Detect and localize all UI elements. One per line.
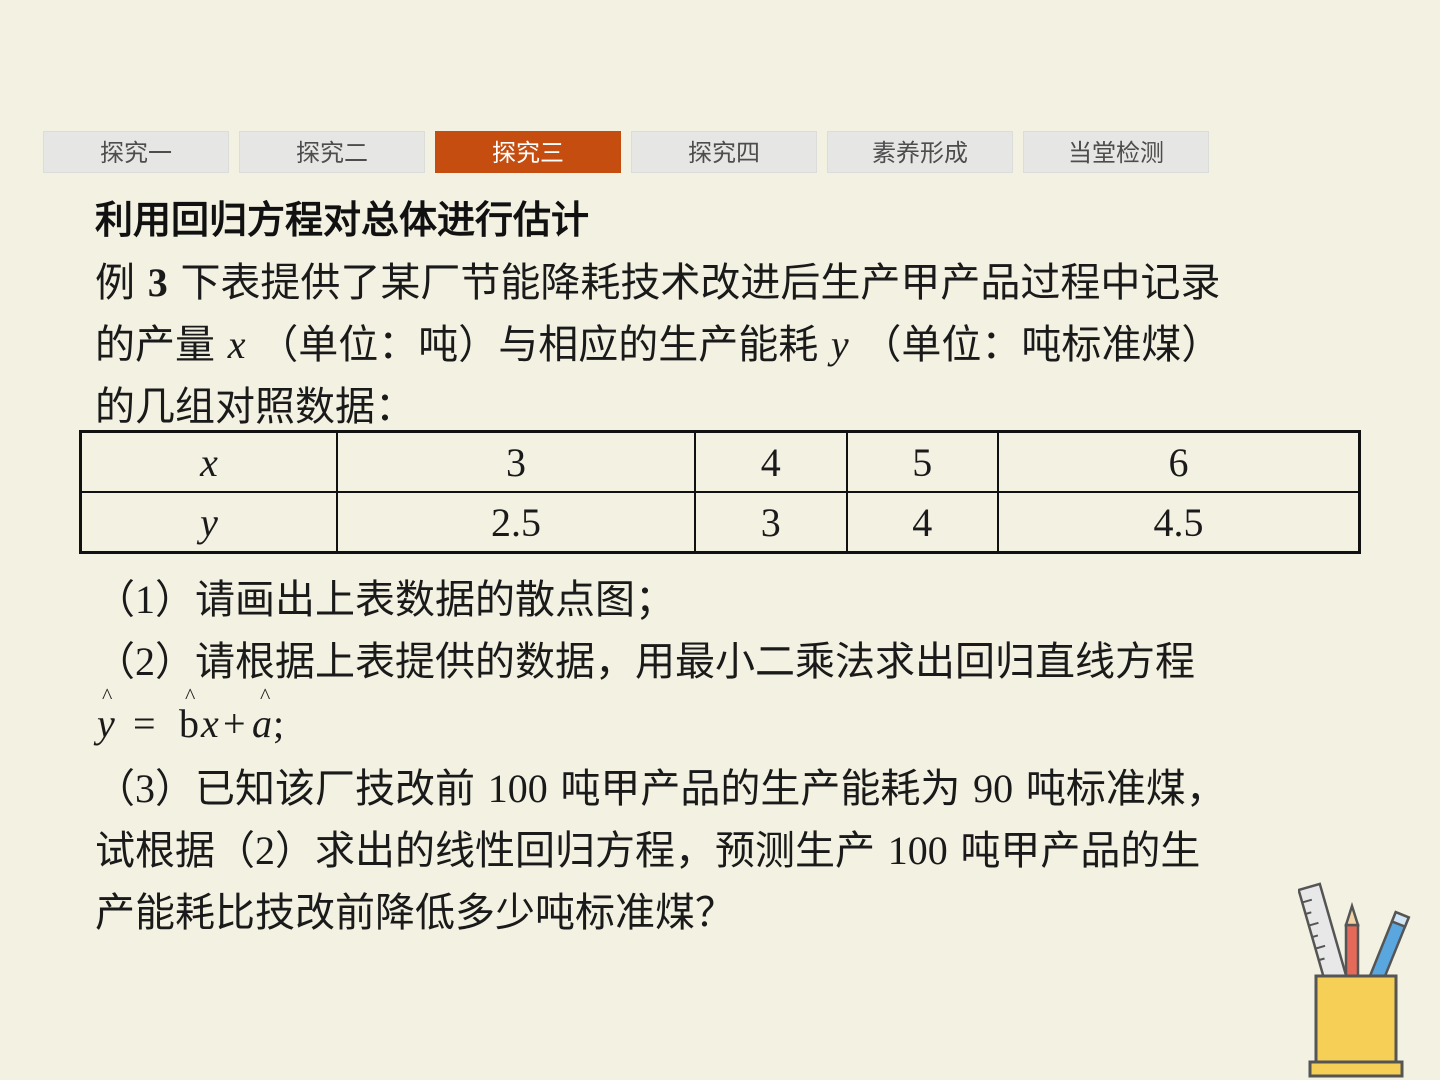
regression-formula: y = b x + a ; xyxy=(95,700,415,760)
q3-open-paren: （ xyxy=(95,766,135,812)
q2-number: 2 xyxy=(135,639,155,684)
example-text-line2b: （单位：吨）与相应的生产能耗 xyxy=(258,322,819,368)
q1-open-paren: （ xyxy=(95,577,135,623)
example-text-line2a: 的产量 xyxy=(95,322,215,368)
table-cell: 3 xyxy=(694,491,848,554)
formula-y: y xyxy=(97,701,115,746)
q3-number-100: 100 xyxy=(487,766,548,811)
q3-number-90: 90 xyxy=(973,766,1014,811)
formula-a: a xyxy=(252,701,272,746)
formula-b: b xyxy=(179,701,199,746)
section-heading: 利用回归方程对总体进行估计 xyxy=(95,198,590,242)
table-cell: 5 xyxy=(845,430,999,493)
example-text-line2c: （单位：吨标准煤） xyxy=(861,322,1222,368)
tab-explore-2[interactable]: 探究二 xyxy=(239,131,425,173)
question-2: （2）请根据上表提供的数据，用最小二乘法求出回归直线方程 xyxy=(95,631,1345,693)
example-text-line1: 下表提供了某厂节能降耗技术改进后生产甲产品过程中记录 xyxy=(180,260,1221,306)
formula-plus: + xyxy=(223,701,246,746)
formula-x: x xyxy=(201,701,219,746)
formula-end: ; xyxy=(273,701,285,746)
example-text-line3: 的几组对照数据： xyxy=(95,384,415,430)
question-3: （3）已知该厂技改前 100 吨甲产品的生产能耗为 90 吨标准煤， 试根据（2）… xyxy=(95,758,1345,944)
question-1: （1）请画出上表数据的散点图； xyxy=(95,569,1345,631)
q2-text: ）请根据上表提供的数据，用最小二乘法求出回归直线方程 xyxy=(155,639,1195,685)
q3-text-c: 吨标准煤， xyxy=(1025,766,1226,812)
example-number: 3 xyxy=(147,260,168,305)
q3-line2-a: 试根据（ xyxy=(95,828,255,874)
tab-literacy[interactable]: 素养形成 xyxy=(827,131,1013,173)
var-y: y xyxy=(830,322,849,367)
q1-number: 1 xyxy=(135,577,155,622)
table-cell: 2.5 xyxy=(335,491,697,554)
table-cell: 3 xyxy=(335,430,697,493)
q3-line2-100: 100 xyxy=(887,828,948,873)
q3-line3: 产能耗比技改前降低多少吨标准煤？ xyxy=(95,890,735,936)
table-cell: 4.5 xyxy=(996,491,1361,554)
example-paragraph: 例 3 下表提供了某厂节能降耗技术改进后生产甲产品过程中记录的产量 x （单位：… xyxy=(95,252,1345,438)
q3-line2-b: ）求出的线性回归方程，预测生产 xyxy=(275,828,875,874)
table-cell: 4 xyxy=(845,491,999,554)
tab-explore-1[interactable]: 探究一 xyxy=(43,131,229,173)
table-row: x 3 4 5 6 xyxy=(79,430,1361,493)
q3-number: 3 xyxy=(135,766,155,811)
table-header-y: y xyxy=(79,491,338,554)
data-table: x 3 4 5 6 y 2.5 3 4 4.5 xyxy=(79,430,1361,554)
table-header-x: x xyxy=(79,430,338,493)
q2-open-paren: （ xyxy=(95,639,135,685)
tab-explore-4[interactable]: 探究四 xyxy=(631,131,817,173)
example-prefix: 例 xyxy=(95,260,135,306)
pencil-holder-icon xyxy=(1298,882,1411,1078)
table-row: y 2.5 3 4 4.5 xyxy=(79,491,1361,554)
var-x: x xyxy=(227,322,246,367)
q1-text: ）请画出上表数据的散点图； xyxy=(155,577,675,623)
q3-line2-number: 2 xyxy=(255,828,275,873)
tab-class-test[interactable]: 当堂检测 xyxy=(1023,131,1209,173)
q3-text-a: ）已知该厂技改前 xyxy=(155,766,475,812)
table-cell: 6 xyxy=(996,430,1361,493)
tab-explore-3[interactable]: 探究三 xyxy=(435,131,621,173)
q3-line2-c: 吨甲产品的生 xyxy=(960,828,1201,874)
table-cell: 4 xyxy=(694,430,848,493)
formula-eq: = xyxy=(133,701,156,746)
q3-text-b: 吨甲产品的生产能耗为 xyxy=(560,766,961,812)
